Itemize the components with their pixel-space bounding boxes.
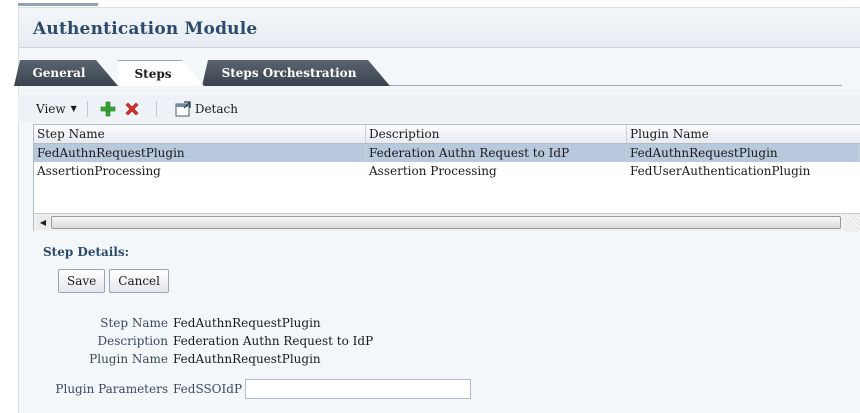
- description-label: Description: [97, 334, 168, 348]
- table-row[interactable]: AssertionProcessing Assertion Processing…: [34, 162, 860, 180]
- plugin-name-value: FedAuthnRequestPlugin: [173, 352, 321, 366]
- step-name-field: Step Name FedAuthnRequestPlugin: [33, 316, 321, 330]
- detach-icon: [175, 100, 191, 116]
- column-header-description[interactable]: Description: [366, 125, 627, 143]
- tab-general[interactable]: General: [14, 60, 118, 86]
- column-header-step-name[interactable]: Step Name: [34, 125, 366, 143]
- cell-description: Federation Authn Request to IdP: [366, 144, 627, 162]
- param-name-label: FedSSOIdP: [173, 382, 243, 396]
- cell-description: Assertion Processing: [369, 164, 497, 178]
- tab-steps-orchestration[interactable]: Steps Orchestration: [202, 60, 390, 86]
- details-button-group: Save Cancel: [58, 269, 173, 293]
- delete-row-button[interactable]: [122, 99, 142, 119]
- scroll-left-icon[interactable]: ◀: [36, 216, 50, 229]
- detach-button[interactable]: Detach: [175, 100, 238, 117]
- tab-bar: General Steps Orchestration Steps: [14, 60, 842, 86]
- step-name-value: FedAuthnRequestPlugin: [173, 316, 321, 330]
- panel-header: Authentication Module: [19, 8, 860, 48]
- table-header: Step Name Description Plugin Name: [34, 125, 860, 144]
- cancel-button[interactable]: Cancel: [109, 269, 169, 293]
- scrollbar-thumb[interactable]: [51, 216, 841, 229]
- top-strip: [0, 0, 860, 8]
- top-accent-bar: [18, 3, 98, 6]
- plugin-parameters-label: Plugin Parameters: [55, 382, 168, 396]
- x-icon: [125, 102, 139, 115]
- detach-label: Detach: [194, 101, 238, 116]
- step-details-section: Step Details: Save Cancel Step Name FedA…: [33, 238, 860, 413]
- cell-plugin-name: FedAuthnRequestPlugin: [627, 144, 859, 162]
- step-name-label: Step Name: [100, 316, 168, 330]
- view-menu-label: View: [36, 101, 66, 116]
- plugin-parameters-field: Plugin Parameters FedSSOIdP: [18, 379, 472, 399]
- plugin-name-label: Plugin Name: [89, 352, 168, 366]
- toolbar-separator: [155, 100, 157, 117]
- plugin-name-field: Plugin Name FedAuthnRequestPlugin: [33, 352, 321, 366]
- cell-step-name: AssertionProcessing: [37, 164, 161, 178]
- param-value-input[interactable]: [245, 379, 472, 399]
- add-row-button[interactable]: [98, 99, 118, 119]
- view-menu-button[interactable]: View ▼: [36, 102, 77, 116]
- table-toolbar: View ▼ Detach: [18, 95, 860, 122]
- toolbar-separator: [86, 100, 88, 117]
- horizontal-scrollbar[interactable]: ◀: [34, 213, 860, 232]
- save-button[interactable]: Save: [58, 269, 106, 293]
- page-title: Authentication Module: [33, 19, 258, 39]
- scrollbar-corner: [844, 214, 860, 232]
- step-details-title: Step Details:: [43, 245, 130, 259]
- column-header-plugin-name[interactable]: Plugin Name: [627, 125, 859, 143]
- tab-steps[interactable]: Steps: [118, 60, 204, 86]
- table-row[interactable]: FedAuthnRequestPlugin Federation Authn R…: [34, 144, 860, 162]
- steps-table: Step Name Description Plugin Name FedAut…: [33, 124, 860, 232]
- chevron-down-icon: ▼: [70, 104, 77, 113]
- plus-icon: [100, 101, 116, 116]
- description-value: Federation Authn Request to IdP: [173, 334, 374, 348]
- description-field: Description Federation Authn Request to …: [33, 334, 374, 348]
- cell-step-name: FedAuthnRequestPlugin: [34, 144, 366, 162]
- cell-plugin-name: FedUserAuthenticationPlugin: [630, 164, 811, 178]
